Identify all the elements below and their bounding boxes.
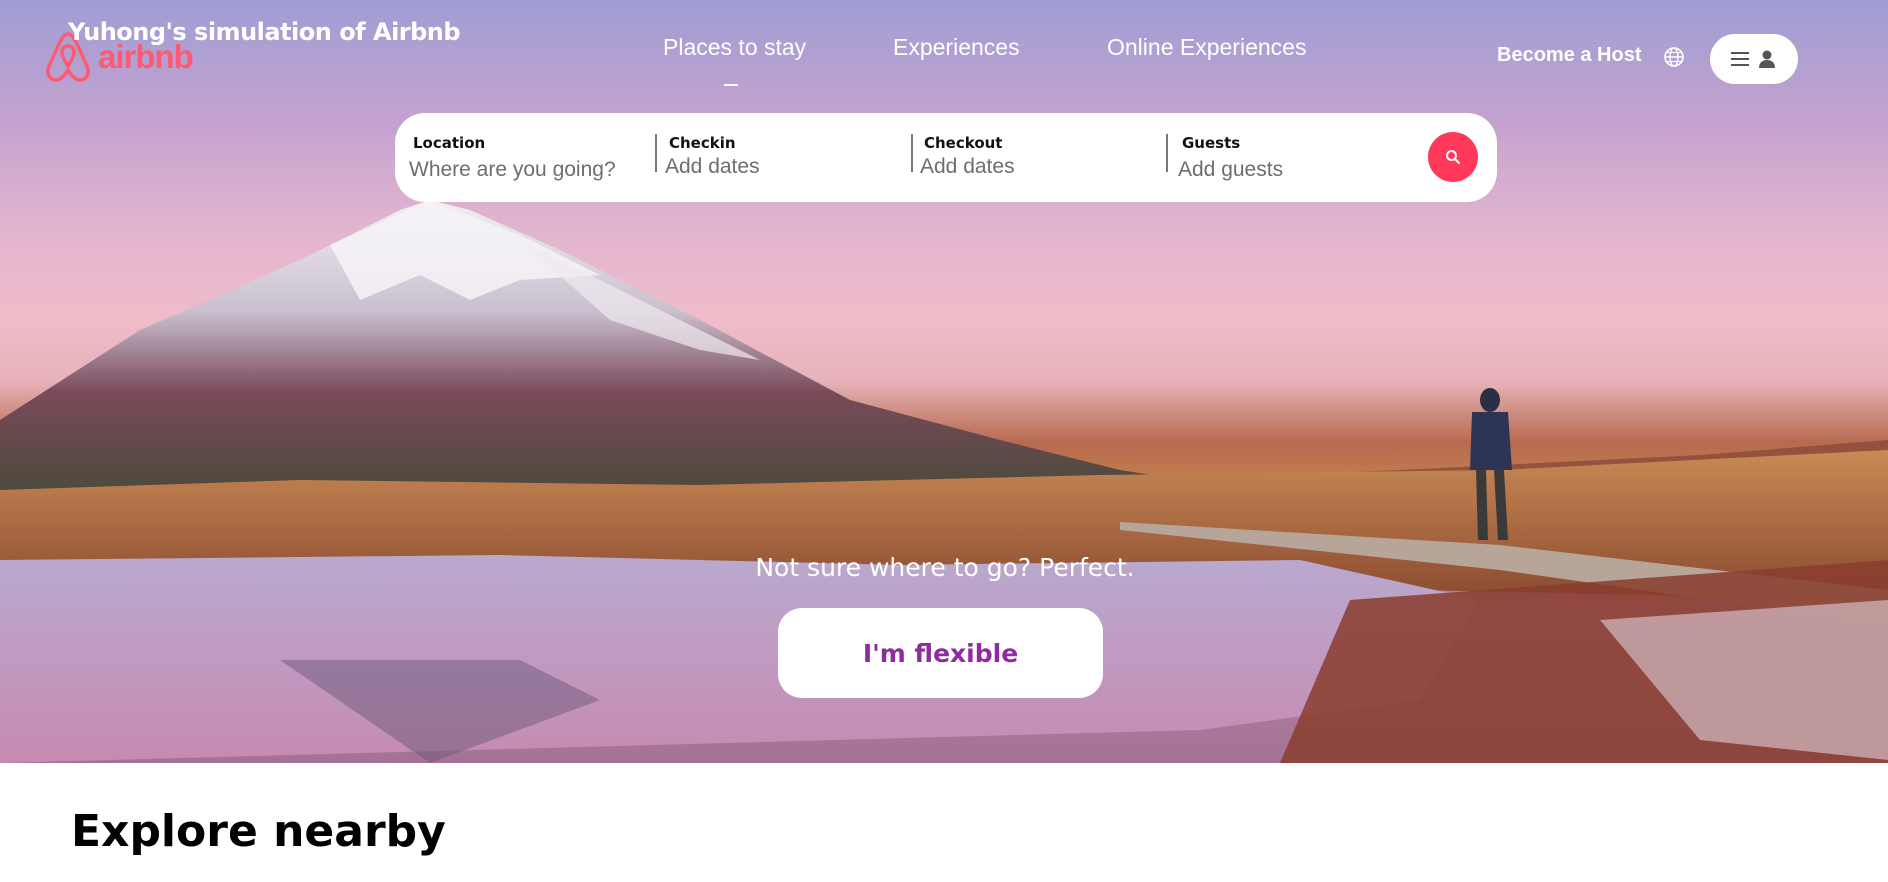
checkin-field[interactable]: Checkin bbox=[651, 113, 906, 202]
hero-tagline-row: Not sure where to go? Perfect. bbox=[0, 553, 1888, 582]
explore-nearby-heading: Explore nearby bbox=[71, 806, 446, 857]
site-title: Yuhong's simulation of Airbnb bbox=[68, 18, 461, 46]
user-icon bbox=[1759, 50, 1775, 68]
guests-field[interactable]: Guests bbox=[1162, 113, 1417, 202]
checkout-label: Checkout bbox=[924, 134, 1003, 152]
search-icon bbox=[1446, 150, 1460, 164]
guests-label: Guests bbox=[1182, 134, 1241, 152]
tab-places-to-stay[interactable]: Places to stay bbox=[663, 34, 806, 61]
hero-banner: airbnb Yuhong's simulation of Airbnb Pla… bbox=[0, 0, 1888, 763]
tab-online-experiences[interactable]: Online Experiences bbox=[1107, 34, 1306, 61]
checkin-label: Checkin bbox=[669, 134, 736, 152]
location-field[interactable]: Location bbox=[395, 113, 650, 202]
checkout-input[interactable] bbox=[920, 155, 1150, 179]
checkout-field[interactable]: Checkout bbox=[906, 113, 1161, 202]
hero-tagline: Not sure where to go? Perfect. bbox=[755, 553, 1135, 582]
become-a-host-link[interactable]: Become a Host bbox=[1497, 44, 1642, 67]
guests-input[interactable] bbox=[1178, 158, 1408, 182]
location-input[interactable] bbox=[409, 158, 639, 182]
checkin-input[interactable] bbox=[665, 155, 895, 179]
im-flexible-label: I'm flexible bbox=[862, 638, 1019, 668]
user-menu-button[interactable] bbox=[1710, 34, 1798, 84]
search-button[interactable] bbox=[1428, 132, 1478, 182]
tab-experiences[interactable]: Experiences bbox=[893, 34, 1020, 61]
active-tab-indicator bbox=[724, 84, 738, 86]
im-flexible-button[interactable]: I'm flexible bbox=[778, 608, 1103, 698]
menu-icon bbox=[1731, 52, 1749, 66]
search-bar: Location Checkin Checkout Guests bbox=[395, 113, 1497, 202]
location-label: Location bbox=[413, 134, 486, 152]
globe-icon[interactable] bbox=[1663, 46, 1685, 68]
